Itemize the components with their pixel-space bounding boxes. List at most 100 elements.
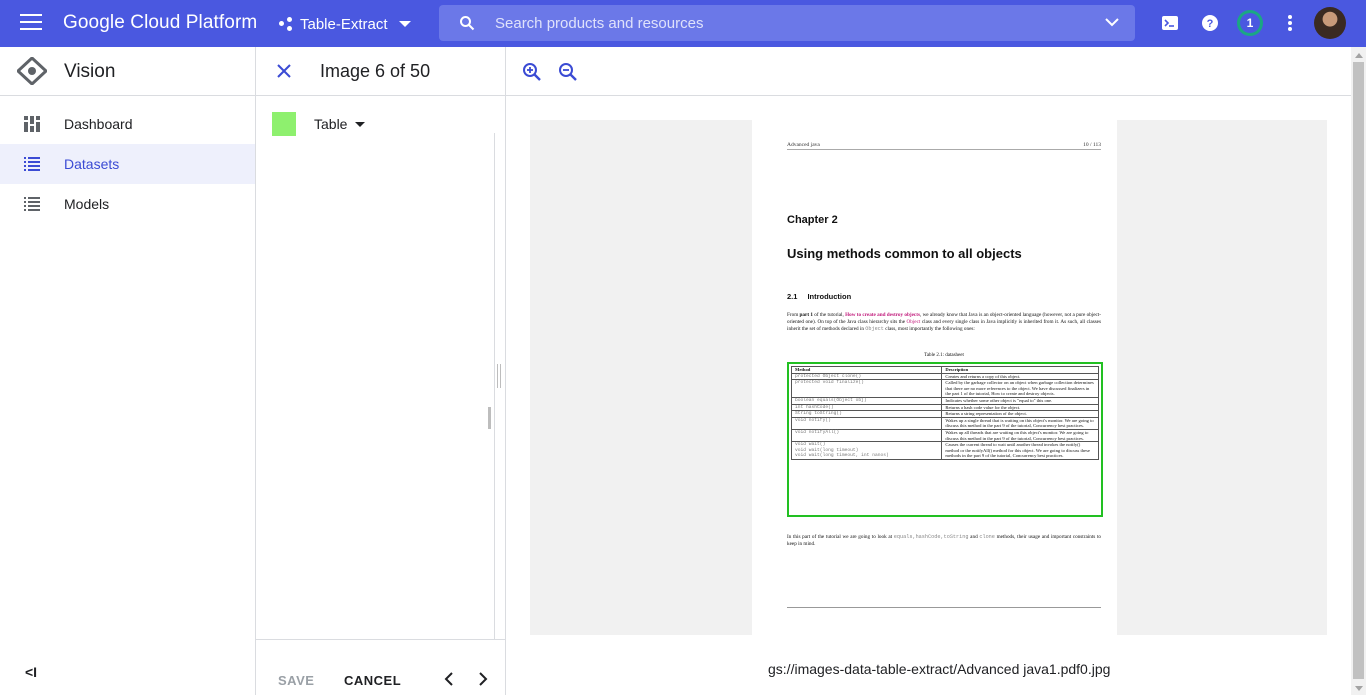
brand-title[interactable]: Google Cloud Platform (63, 12, 257, 34)
cloud-shell-icon[interactable] (1160, 12, 1182, 34)
page-header: Advanced java 10 / 113 (787, 142, 1101, 150)
sidebar-item-label: Dashboard (64, 116, 133, 132)
cancel-button[interactable]: CANCEL (344, 673, 401, 688)
chevron-down-icon[interactable] (1105, 17, 1119, 27)
help-icon[interactable]: ? (1199, 12, 1221, 34)
svg-text:?: ? (1207, 18, 1214, 30)
document-page: Advanced java 10 / 113 Chapter 2 Using m… (752, 120, 1117, 635)
caret-down-icon (398, 21, 411, 27)
table-row: int hashCode() Returns a hash code value … (790, 403, 1099, 412)
method-cell: int hashCode() (790, 403, 943, 412)
page-scrollbar[interactable] (1351, 47, 1366, 695)
label-selector[interactable]: Table (272, 112, 366, 136)
description-cell: Called by the garbage collector on an ob… (941, 379, 1099, 398)
method-cell: void wait() void wait(long timeout) void… (790, 441, 943, 460)
method-cell: String toString() (790, 410, 943, 418)
table-row: void notifyAll() Wakes up all threads tha… (790, 428, 1099, 443)
sidebar-item-models[interactable]: Models (0, 184, 255, 224)
description-cell: Wakes up all threads that are waiting on… (941, 428, 1099, 443)
panel-footer: SAVE CANCEL (256, 639, 505, 695)
table-header: Description (941, 366, 1099, 374)
sidebar-item-label: Models (64, 196, 110, 212)
scroll-thumb[interactable] (1353, 62, 1364, 679)
table-row: void notify() Wakes up a single thread th… (790, 416, 1099, 430)
collapse-nav-button[interactable]: <I (25, 664, 37, 680)
methods-table: Method Description protected Object clon… (790, 366, 1099, 460)
project-name: Table-Extract (300, 15, 388, 33)
viewer-toolbar (506, 47, 1351, 96)
search-bar[interactable] (439, 5, 1135, 41)
description-cell: Creates and returns a copy of this objec… (941, 372, 1099, 381)
panel-scroll-track (494, 133, 495, 639)
method-cell: protected void finalize() (790, 379, 943, 398)
left-nav: Vision Dashboard Datasets Models <I (0, 47, 256, 695)
table-row: String toString() Returns a string repres… (790, 410, 1099, 418)
method-cell: void notifyAll() (790, 428, 943, 443)
header-left: Advanced java (787, 142, 820, 148)
label-color-swatch (272, 112, 296, 136)
nav-header: Vision (0, 47, 255, 96)
description-cell: Indicates whether some other object is "… (941, 396, 1099, 405)
table-bounding-box[interactable]: Method Description protected Object clon… (787, 362, 1103, 517)
description-cell: Wakes up a single thread that is waiting… (941, 416, 1099, 430)
sidebar-item-dashboard[interactable]: Dashboard (0, 104, 255, 144)
annotation-panel: Image 6 of 50 Table SAVE CANCEL (256, 47, 506, 695)
list-icon (24, 197, 40, 211)
gcs-path: gs://images-data-table-extract/Advanced … (768, 661, 1111, 677)
section-title: Introduction (807, 292, 852, 301)
search-input[interactable] (495, 13, 1085, 33)
list-icon (24, 157, 40, 171)
top-app-bar: Google Cloud Platform Table-Extract ? 1 (0, 0, 1366, 47)
method-cell: boolean equals(Object obj) (790, 396, 943, 405)
close-icon[interactable] (276, 63, 292, 79)
zoom-out-icon[interactable] (558, 62, 578, 82)
save-button[interactable]: SAVE (278, 673, 314, 688)
table-header: Method (790, 366, 943, 374)
vision-logo-icon (17, 57, 47, 85)
closing-paragraph: In this part of the tutorial we are goin… (787, 534, 1101, 548)
search-icon (460, 16, 475, 31)
table-caption: Table 2.1: datasheet (924, 353, 964, 358)
chevron-left-icon[interactable] (442, 671, 456, 687)
zoom-in-icon[interactable] (522, 62, 542, 82)
table-row: boolean equals(Object obj) Indicates whet… (790, 396, 1099, 405)
project-selector[interactable]: Table-Extract (278, 11, 411, 37)
avatar[interactable] (1314, 7, 1346, 39)
section-heading: 2.1 Introduction (787, 292, 851, 301)
project-dots-icon (278, 16, 294, 32)
image-viewer: Advanced java 10 / 113 Chapter 2 Using m… (506, 47, 1351, 695)
section-number: 2.1 (787, 292, 798, 301)
table-row: protected Object clone() Creates and retu… (790, 372, 1099, 381)
description-cell: Returns a hash code value for the object… (941, 403, 1099, 412)
scroll-down-icon[interactable] (1355, 686, 1363, 691)
sidebar-item-datasets[interactable]: Datasets (0, 144, 255, 184)
intro-paragraph: From part 1 of the tutorial, How to crea… (787, 312, 1101, 333)
panel-header: Image 6 of 50 (256, 47, 505, 96)
image-counter-title: Image 6 of 50 (320, 61, 431, 81)
table-row: void wait() void wait(long timeout) void… (790, 441, 1099, 460)
caret-down-icon (355, 121, 366, 127)
header-right: 10 / 113 (1083, 142, 1101, 148)
chapter-label: Chapter 2 (787, 214, 838, 226)
notifications-badge[interactable]: 1 (1237, 10, 1263, 36)
description-cell: Causes the current thread to wait until … (941, 441, 1099, 460)
label-name: Table (314, 116, 348, 132)
more-vert-icon[interactable] (1279, 12, 1301, 34)
image-canvas[interactable]: Advanced java 10 / 113 Chapter 2 Using m… (530, 120, 1327, 635)
scroll-up-icon[interactable] (1355, 53, 1363, 58)
sidebar-item-label: Datasets (64, 156, 120, 172)
panel-resize-handle[interactable] (497, 364, 501, 388)
description-cell: Returns a string representation of the o… (941, 410, 1099, 418)
menu-icon[interactable] (20, 14, 42, 32)
chapter-heading: Using methods common to all objects (787, 246, 1022, 261)
nav-list: Dashboard Datasets Models (0, 104, 255, 224)
product-title: Vision (64, 61, 116, 82)
method-cell: void notify() (790, 416, 943, 430)
dashboard-icon (24, 116, 40, 132)
chevron-right-icon[interactable] (476, 671, 490, 687)
method-cell: protected Object clone() (790, 372, 943, 381)
footer-rule (787, 607, 1101, 608)
notification-count: 1 (1240, 13, 1260, 33)
table-row: protected void finalize() Called by the g… (790, 379, 1099, 398)
panel-scroll-thumb[interactable] (488, 407, 491, 429)
